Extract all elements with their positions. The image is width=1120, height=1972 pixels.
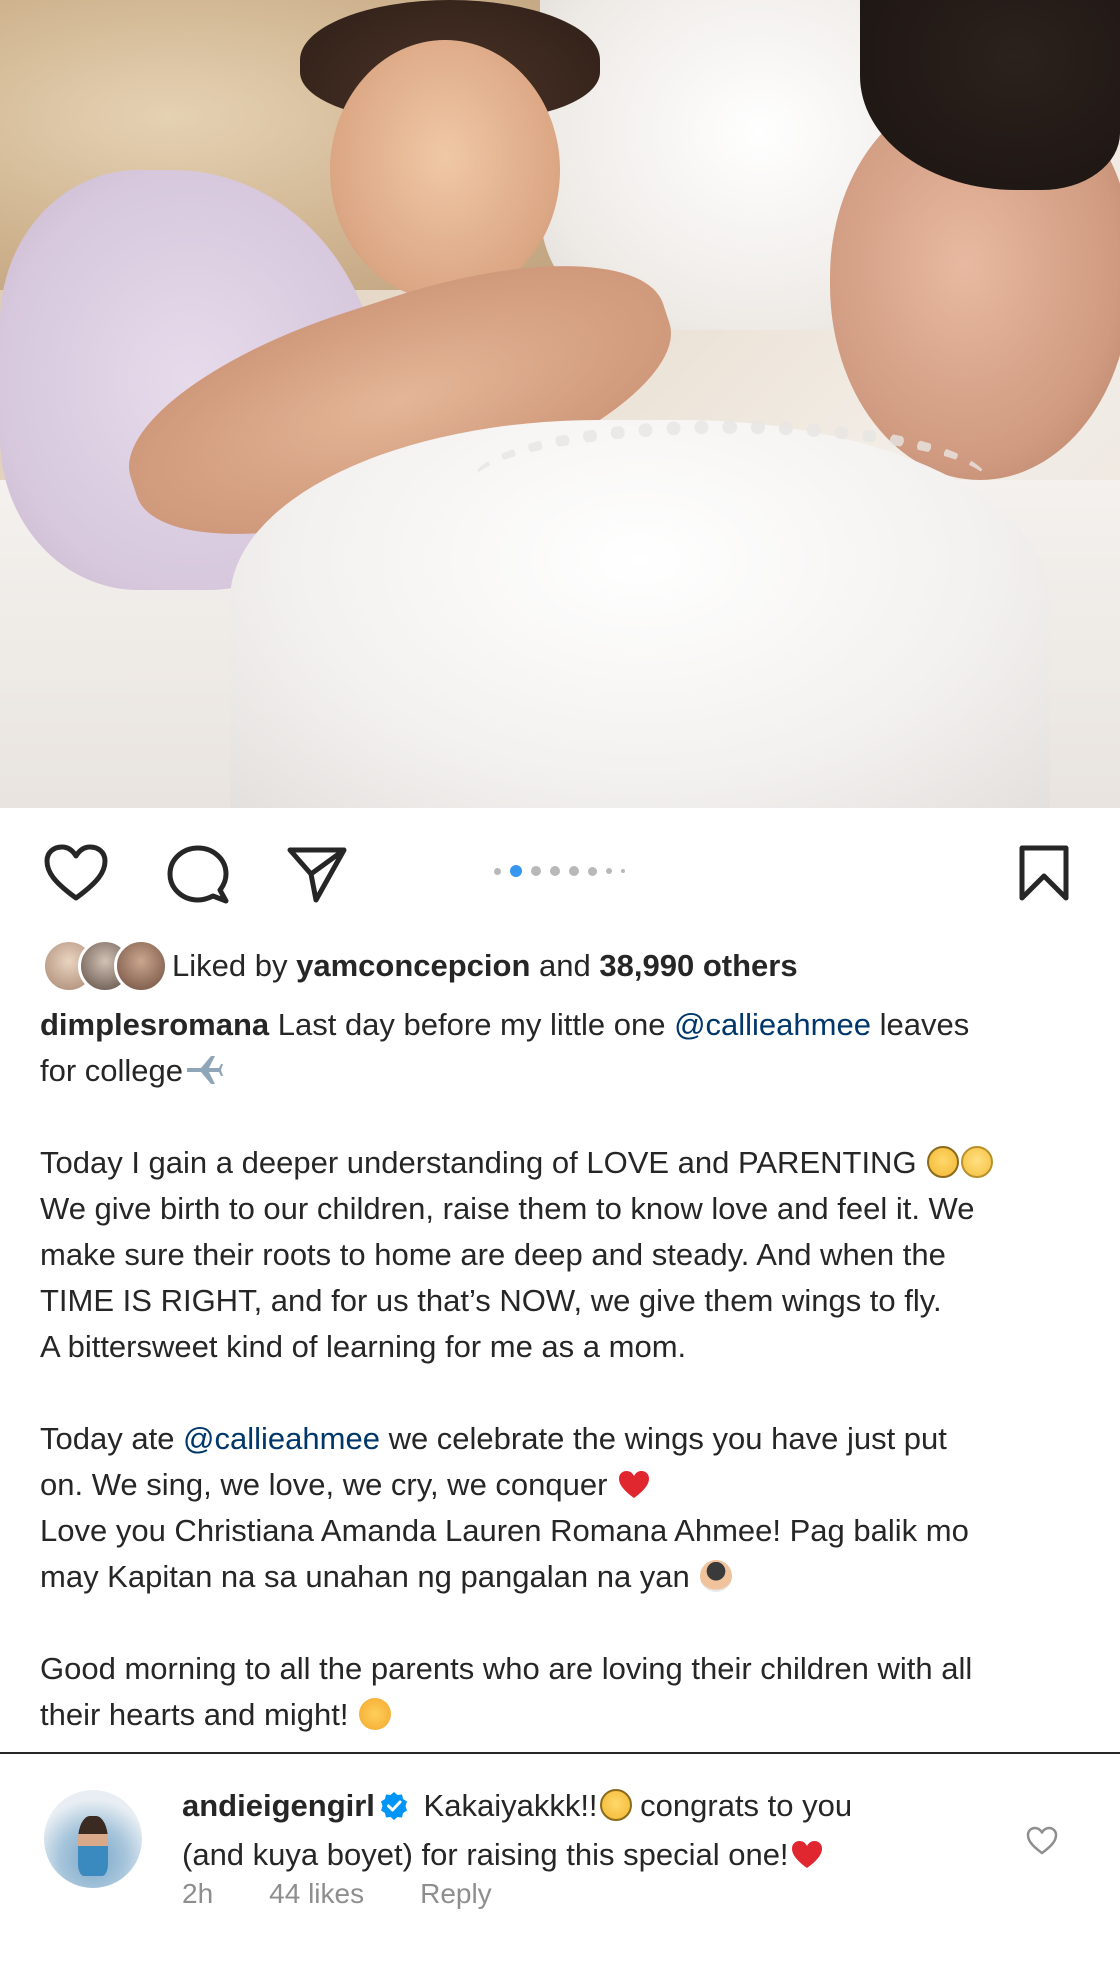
caption-text: Love you Christiana Amanda Lauren Romana… (40, 1513, 969, 1548)
caption-text: may Kapitan na sa unahan ng pangalan na … (40, 1559, 699, 1594)
red-heart-emoji-icon (791, 1838, 823, 1870)
photo-child-face (330, 40, 560, 300)
carousel-indicator (494, 865, 625, 877)
caption-text: make sure their roots to home are deep a… (40, 1237, 946, 1272)
relieved-face-emoji-icon (961, 1146, 994, 1178)
heart-outline-icon[interactable] (44, 844, 108, 902)
caption-text: Today ate (40, 1421, 184, 1456)
likes-connector: and (539, 948, 591, 983)
caption-text: Good morning to all the parents who are … (40, 1651, 973, 1686)
likes-prefix: Liked by (172, 948, 288, 983)
avatar-figure (78, 1816, 108, 1876)
caption-text: We give birth to our children, raise the… (40, 1191, 975, 1226)
photo-lace-detail (470, 420, 990, 550)
caption-text: TIME IS RIGHT, and for us that’s NOW, we… (40, 1283, 942, 1318)
pilot-emoji-icon (700, 1560, 733, 1592)
post-caption: dimplesromana Last day before my little … (40, 1002, 1100, 1738)
comment-meta: 2h 44 likes Reply (182, 1878, 492, 1910)
caption-text: Today I gain a deeper understanding of L… (40, 1145, 926, 1180)
comment-text: congrats to you (631, 1788, 853, 1823)
red-heart-emoji-icon (618, 1467, 650, 1499)
carousel-dot (621, 869, 625, 873)
comment-username[interactable]: andieigengirl (182, 1788, 375, 1823)
likes-summary[interactable]: Liked by yamconcepcion and 38,990 others (42, 938, 798, 994)
caption-text: Last day before my little one (269, 1007, 675, 1042)
caption-text: we celebrate the wings you have just put (379, 1421, 947, 1456)
caption-text: A bittersweet kind of learning for me as… (40, 1329, 687, 1364)
carousel-dot (531, 866, 541, 876)
reply-button[interactable]: Reply (420, 1878, 492, 1910)
bookmark-outline-icon[interactable] (1018, 844, 1070, 902)
heart-outline-icon[interactable] (1026, 1826, 1058, 1861)
airplane-emoji-icon (185, 1053, 224, 1085)
liker-username[interactable]: yamconcepcion (296, 948, 530, 983)
instagram-post-screen: Liked by yamconcepcion and 38,990 others… (0, 0, 1120, 1972)
smiling-face-with-hearts-emoji-icon (359, 1698, 392, 1730)
likes-text: Liked by yamconcepcion and 38,990 others (172, 948, 798, 984)
comment-likes-count[interactable]: 44 likes (269, 1878, 364, 1910)
comment-item: andieigengirl Kakaiyakkk!! congrats to y… (0, 1754, 1120, 1972)
caption-text: for college (40, 1053, 184, 1088)
weary-face-emoji-icon (599, 1789, 632, 1821)
carousel-dot-active (510, 865, 522, 877)
avatar[interactable] (44, 1790, 142, 1888)
comment-bubble-icon[interactable] (166, 844, 230, 904)
caption-mention[interactable]: @callieahmee (183, 1421, 380, 1456)
carousel-dot (569, 866, 579, 876)
likes-others-count[interactable]: 38,990 others (599, 948, 797, 983)
verified-badge-icon (379, 1789, 409, 1833)
comment-text: Kakaiyakkk!! (414, 1788, 598, 1823)
pleading-face-emoji-icon (927, 1146, 960, 1178)
caption-username[interactable]: dimplesromana (40, 1007, 269, 1042)
comment-body: andieigengirl Kakaiyakkk!! congrats to y… (182, 1784, 942, 1877)
carousel-dot (550, 866, 560, 876)
caption-text: leaves (870, 1007, 970, 1042)
comment-text: (and kuya boyet) for raising this specia… (182, 1837, 789, 1872)
carousel-dot (494, 867, 501, 875)
caption-text: their hearts and might! (40, 1697, 358, 1732)
post-photo[interactable] (0, 0, 1120, 808)
comment-timestamp: 2h (182, 1878, 214, 1909)
send-paper-plane-icon[interactable] (286, 844, 348, 904)
carousel-dot (588, 866, 597, 876)
caption-mention[interactable]: @callieahmee (674, 1007, 871, 1042)
carousel-dot (606, 868, 612, 874)
liker-avatars (42, 939, 170, 993)
caption-text: on. We sing, we love, we cry, we conquer (40, 1467, 617, 1502)
avatar (114, 939, 168, 993)
